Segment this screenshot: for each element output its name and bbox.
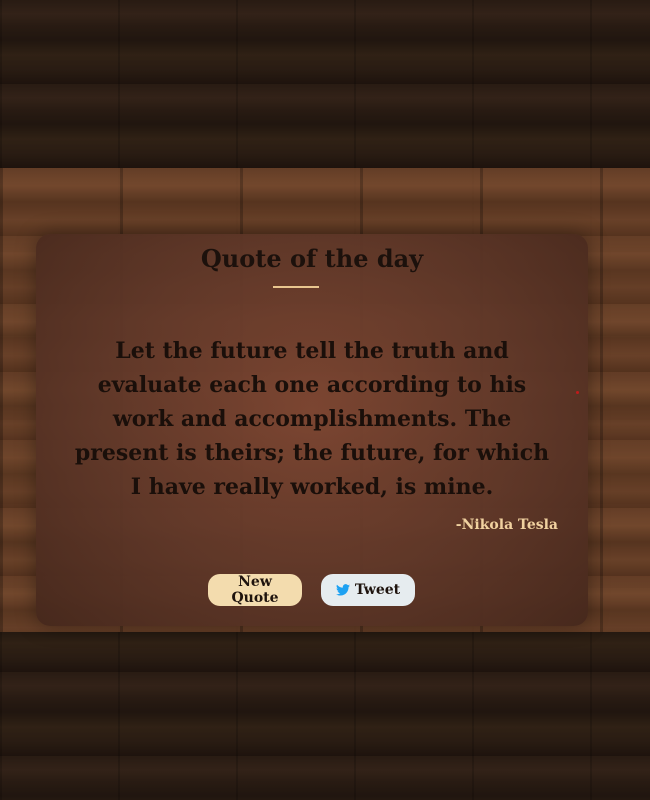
quote-author: -Nikola Tesla: [455, 517, 558, 533]
red-dot-artifact: [576, 391, 579, 394]
tweet-label: Tweet: [354, 582, 401, 598]
card-title: Quote of the day: [200, 244, 424, 273]
quote-card: Quote of the day Let the future tell the…: [36, 234, 588, 626]
twitter-bird-icon: [335, 584, 350, 596]
new-quote-button[interactable]: New Quote: [208, 574, 302, 606]
tweet-button[interactable]: Tweet: [321, 574, 415, 606]
new-quote-label: New Quote: [231, 574, 279, 606]
title-underline: [273, 286, 319, 288]
quote-text: Let the future tell the truth and evalua…: [74, 338, 550, 500]
background-bottom-band: [0, 632, 650, 800]
background-top-band: [0, 0, 650, 168]
